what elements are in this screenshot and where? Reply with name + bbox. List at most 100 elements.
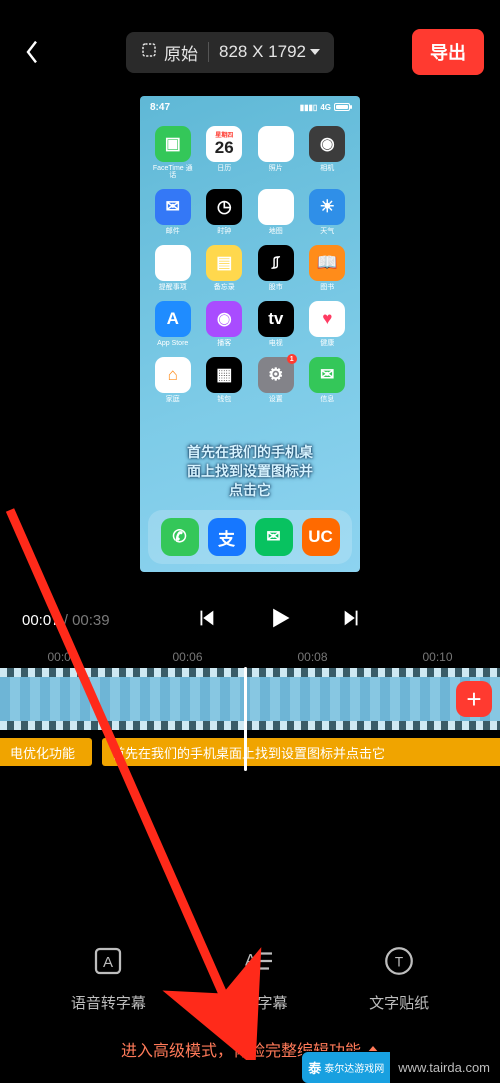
phone-dock: ✆支✉UC	[148, 510, 352, 564]
export-label: 导出	[430, 43, 466, 63]
app-1: 星期四26 日历	[206, 126, 242, 179]
battery-icon	[334, 103, 350, 111]
app-icon: ⌂	[155, 357, 191, 393]
time-ruler: 00:04 00:06 00:08 00:10	[0, 644, 500, 668]
app-icon: ♥	[309, 301, 345, 337]
app-label: FaceTime 通话	[150, 165, 196, 179]
back-button[interactable]	[16, 36, 48, 68]
phone-time: 8:47	[150, 102, 170, 113]
app-label: 图书	[320, 284, 334, 291]
playhead[interactable]	[244, 667, 247, 771]
voice-sub-icon: A	[90, 943, 126, 984]
rotate-icon	[140, 41, 158, 64]
tool-voice-sub[interactable]: A 语音转字幕	[71, 943, 146, 1013]
play-button[interactable]	[265, 604, 293, 637]
export-button[interactable]: 导出	[412, 29, 484, 75]
app-label: 备忘录	[214, 284, 235, 291]
chevron-left-icon	[24, 39, 40, 65]
app-16: ⌂家庭	[155, 357, 191, 403]
prev-frame-button[interactable]	[195, 607, 217, 634]
tool-label: 语音转字幕	[71, 992, 146, 1013]
tool-sticker[interactable]: T 文字贴纸	[369, 943, 429, 1013]
app-label: 天气	[320, 228, 334, 235]
app-icon: ⚙1	[258, 357, 294, 393]
divider	[208, 42, 209, 62]
app-3: ◉ 相机	[309, 126, 345, 179]
timecode: 00:07 / 00:39	[22, 612, 110, 629]
dimensions-label: 828 X 1792	[219, 42, 306, 62]
subtitle-clip[interactable]: 首先在我们的手机桌面上找到设置图标并点击它	[102, 738, 500, 766]
video-caption: 首先在我们的手机桌 面上找到设置图标并 点击它	[140, 443, 360, 500]
app-label: App Store	[157, 340, 188, 347]
signal-label: 4G	[320, 103, 331, 112]
app-label: 股市	[269, 284, 283, 291]
subtitle-track: 电优化功能 首先在我们的手机桌面上找到设置图标并点击它	[0, 738, 500, 766]
app-label: 照片	[269, 165, 283, 172]
app-icon: ≣	[155, 245, 191, 281]
app-label: 电视	[269, 340, 283, 347]
tool-label: 电影字幕	[227, 992, 287, 1013]
tool-label: 文字贴纸	[369, 992, 429, 1013]
app-grid: ▣ FaceTime 通话星期四26 日历 ✿ 照片 ◉ 相机 ✉ 邮件 ◷时钟 ➤ 地图 ☀天气 ≣ 提醒…	[140, 126, 360, 403]
badge: 1	[287, 354, 297, 364]
dock-uc: UC	[302, 518, 340, 556]
watermark-logo: 泰 泰尔达游戏网	[302, 1052, 390, 1083]
orientation-button[interactable]: 原始	[140, 40, 198, 65]
app-4: ✉ 邮件	[155, 189, 191, 235]
app-label: 地图	[269, 228, 283, 235]
ruler-tick: 00:06	[172, 650, 202, 664]
app-18: ⚙1设置	[258, 357, 294, 403]
app-2: ✿ 照片	[258, 126, 294, 179]
svg-text:A: A	[103, 954, 113, 971]
svg-text:T: T	[395, 954, 403, 969]
timeline-track[interactable]: +	[0, 668, 500, 730]
app-7: ☀天气	[309, 189, 345, 235]
app-icon: ▣	[155, 126, 191, 162]
app-icon: A	[155, 301, 191, 337]
app-label: 时钟	[217, 228, 231, 235]
watermark-brand: 泰尔达游戏网	[324, 1060, 384, 1075]
dimensions-dropdown[interactable]: 828 X 1792	[219, 42, 320, 62]
ruler-tick: 00:10	[422, 650, 452, 664]
ruler-tick: 00:04	[47, 650, 77, 664]
app-8: ≣ 提醒事项	[155, 245, 191, 291]
app-14: tv 电视	[258, 301, 294, 347]
orientation-label: 原始	[164, 40, 198, 65]
next-frame-button[interactable]	[341, 607, 363, 634]
add-clip-button[interactable]: +	[456, 681, 492, 717]
app-icon: ✿	[258, 126, 294, 162]
app-icon: ▤	[206, 245, 242, 281]
app-icon: ✉	[155, 189, 191, 225]
time-total: 00:39	[72, 612, 110, 629]
app-icon: ▦	[206, 357, 242, 393]
tool-strip: A 语音转字幕 A 电影字幕 T 文字贴纸	[0, 943, 500, 1013]
chevron-down-icon	[310, 49, 320, 55]
app-10: ⎎股市	[258, 245, 294, 291]
top-bar: 原始 828 X 1792 导出	[0, 0, 500, 96]
app-icon: ◉	[206, 301, 242, 337]
video-preview[interactable]: 8:47 ▮▮▮▯ 4G ▣ FaceTime 通话星期四26 日历 ✿ 照片 ◉ 相机 ✉ 邮…	[0, 96, 500, 572]
plus-icon: +	[466, 684, 481, 715]
movie-sub-icon: A	[239, 943, 275, 984]
app-6: ➤ 地图	[258, 189, 294, 235]
app-label: 提醒事项	[159, 284, 187, 291]
app-label: 日历	[217, 165, 231, 172]
tool-movie-sub[interactable]: A 电影字幕	[227, 943, 287, 1013]
signal-icon: ▮▮▮▯	[300, 103, 318, 112]
time-current: 00:07	[22, 612, 60, 629]
app-5: ◷时钟	[206, 189, 242, 235]
app-icon: 星期四26	[206, 126, 242, 162]
app-label: 信息	[320, 396, 334, 403]
watermark-url: www.tairda.com	[390, 1054, 500, 1081]
app-icon: ➤	[258, 189, 294, 225]
subtitle-clip[interactable]: 电优化功能	[0, 738, 92, 766]
app-icon: tv	[258, 301, 294, 337]
app-label: 邮件	[166, 228, 180, 235]
ruler-tick: 00:08	[297, 650, 327, 664]
app-icon: ◉	[309, 126, 345, 162]
dock-alipay: 支	[208, 518, 246, 556]
app-0: ▣ FaceTime 通话	[150, 126, 196, 179]
dock-wechat: ✉	[255, 518, 293, 556]
phone-status-bar: 8:47 ▮▮▮▯ 4G	[140, 96, 360, 118]
app-label: 相机	[320, 165, 334, 172]
